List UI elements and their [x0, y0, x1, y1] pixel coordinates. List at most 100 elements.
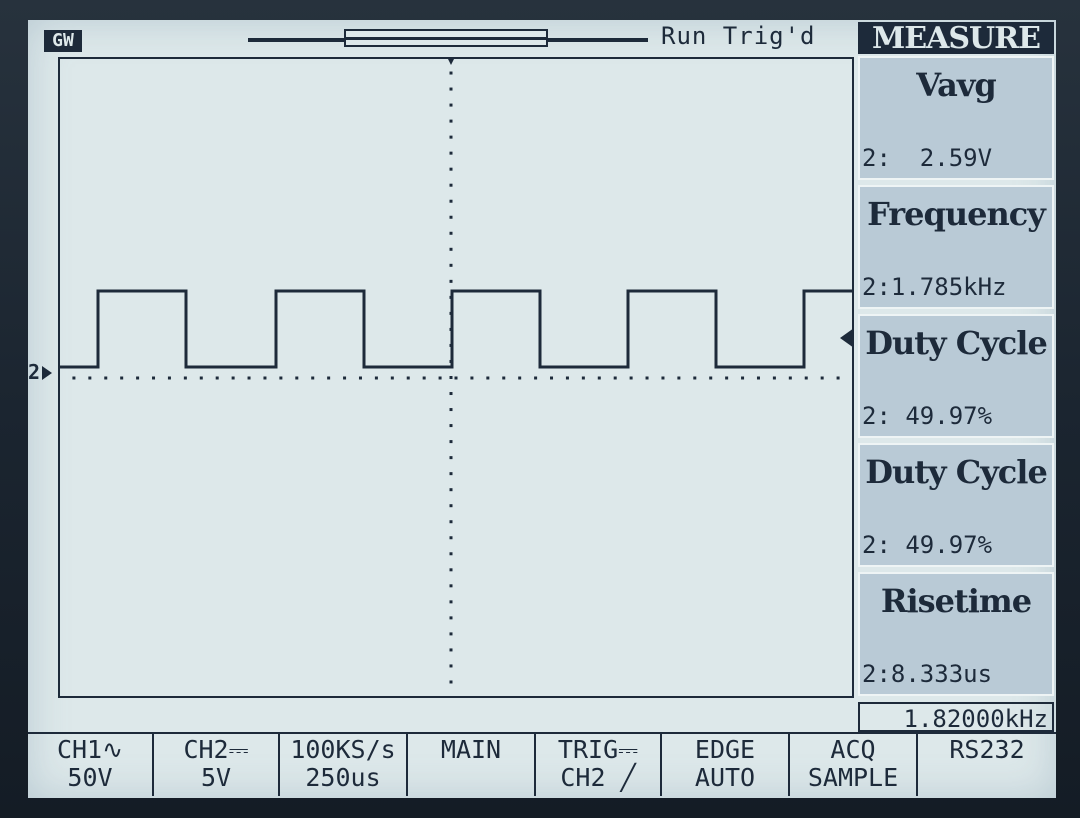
graticule-dot — [449, 71, 453, 75]
ch2-ground-label: 2 — [28, 360, 41, 384]
graticule-dot — [449, 247, 453, 251]
graticule-dot — [597, 376, 601, 380]
measure-slot-4[interactable]: Duty Cycle 2: 49.97% — [858, 443, 1054, 567]
graticule-dot — [449, 215, 453, 219]
softkey-acquire[interactable]: ACQ SAMPLE — [790, 734, 918, 796]
arrow-right-icon — [42, 366, 52, 380]
measure-title: MEASURE — [858, 22, 1054, 56]
softkey-edge-line2: AUTO — [694, 763, 756, 792]
measure-slot-value: 2:1.785kHz — [862, 273, 1007, 301]
measure-slot-2[interactable]: Frequency 2:1.785kHz — [858, 185, 1054, 309]
trigger-position-marker — [447, 57, 455, 65]
graticule-dot — [311, 376, 315, 380]
softkey-edge-line1: EDGE — [694, 735, 756, 764]
graticule-dot — [120, 376, 124, 380]
graticule-dot — [693, 376, 697, 380]
softkey-main[interactable]: MAIN — [408, 734, 536, 796]
graticule-dot — [449, 392, 453, 396]
graticule-dot — [449, 263, 453, 267]
softkey-trigger-line1: TRIG⎓ — [557, 735, 639, 764]
graticule-dot — [167, 376, 171, 380]
softkey-edge[interactable]: EDGE AUTO — [662, 734, 790, 796]
graticule-dot — [449, 199, 453, 203]
graticule-dot — [709, 376, 713, 380]
graticule-dot — [486, 376, 490, 380]
memory-window-line — [344, 37, 548, 40]
graticule-dot — [449, 103, 453, 107]
graticule-dot — [581, 376, 585, 380]
graticule-dot — [327, 376, 331, 380]
graticule-dot — [645, 376, 649, 380]
ch2-ground-marker: 2 — [28, 360, 58, 384]
softkey-trigger-line2: CH2 ╱ — [560, 763, 636, 792]
softkey-acquire-line2: SAMPLE — [807, 763, 899, 792]
graticule-dot — [183, 376, 187, 380]
graticule-dot — [449, 536, 453, 540]
measure-slot-1[interactable]: Vavg 2: 2.59V — [858, 56, 1054, 180]
measure-slot-label: Vavg — [916, 66, 997, 104]
graticule-dot — [374, 376, 378, 380]
graticule-dot — [449, 424, 453, 428]
graticule-dot — [449, 616, 453, 620]
graticule-dot — [406, 376, 410, 380]
graticule-dot — [449, 279, 453, 283]
graticule-dot — [518, 376, 522, 380]
softkey-ch2[interactable]: CH2⎓ 5V — [154, 734, 280, 796]
graticule-dot — [449, 504, 453, 508]
graticule-dot — [231, 376, 235, 380]
graticule-dot — [449, 488, 453, 492]
graticule-dot — [449, 119, 453, 123]
measure-slot-5[interactable]: Risetime 2:8.333us — [858, 572, 1054, 696]
graticule-dot — [449, 568, 453, 572]
graticule-dot — [613, 376, 617, 380]
graticule-dot — [449, 632, 453, 636]
graticule-dot — [152, 376, 156, 380]
graticule-dot — [449, 648, 453, 652]
graticule-dot — [820, 376, 824, 380]
graticule-dot — [470, 376, 474, 380]
graticule-dot — [104, 376, 108, 380]
graticule-dot — [449, 520, 453, 524]
gw-logo: GW — [44, 30, 82, 52]
measure-slot-3[interactable]: Duty Cycle 2: 49.97% — [858, 314, 1054, 438]
graticule-dot — [449, 231, 453, 235]
graticule-dot — [358, 376, 362, 380]
graticule-dot — [88, 376, 92, 380]
graticule-dot — [788, 376, 792, 380]
softkey-rs232[interactable]: RS232 — [918, 734, 1056, 796]
graticule-dot — [661, 376, 665, 380]
softkey-acquire-line1: ACQ — [830, 735, 876, 764]
graticule-dot — [449, 664, 453, 668]
softkey-ch1[interactable]: CH1∿ 50V — [28, 734, 154, 796]
scope-screen: GW Run Trig'd 2 MEASURE Vavg 2: 2.59V Fr… — [28, 20, 1056, 798]
graticule-dot — [565, 376, 569, 380]
graticule-dot — [449, 87, 453, 91]
graticule-dot — [449, 408, 453, 412]
ch2-trace — [58, 289, 854, 369]
softkey-timebase[interactable]: 100KS/s 250us — [280, 734, 408, 796]
graticule-dot — [449, 151, 453, 155]
graticule-dot — [836, 376, 840, 380]
graticule-dot — [449, 135, 453, 139]
graticule-dot — [550, 376, 554, 380]
graticule-dot — [449, 472, 453, 476]
graticule-dot — [725, 376, 729, 380]
graticule-dot — [449, 167, 453, 171]
graticule-dot — [449, 183, 453, 187]
graticule-dot — [72, 376, 76, 380]
softkey-rs232-line1: RS232 — [949, 735, 1025, 764]
graticule-dot — [279, 376, 283, 380]
measure-slot-value: 2: 49.97% — [862, 402, 993, 430]
softkey-ch1-line1: CH1∿ — [56, 735, 124, 764]
frequency-counter: 1.82000kHz — [858, 702, 1054, 733]
graticule-dot — [422, 376, 426, 380]
softkey-ch2-line2: 5V — [200, 763, 232, 792]
measure-slot-label: Duty Cycle — [865, 324, 1048, 362]
graticule-dot — [804, 376, 808, 380]
graticule-dot — [449, 440, 453, 444]
graticule-dots — [72, 71, 840, 684]
measure-slot-value: 2: 49.97% — [862, 531, 993, 559]
measure-slot-label: Risetime — [880, 582, 1032, 620]
softkey-trigger[interactable]: TRIG⎓ CH2 ╱ — [536, 734, 662, 796]
measure-slot-label: Frequency — [867, 195, 1046, 233]
